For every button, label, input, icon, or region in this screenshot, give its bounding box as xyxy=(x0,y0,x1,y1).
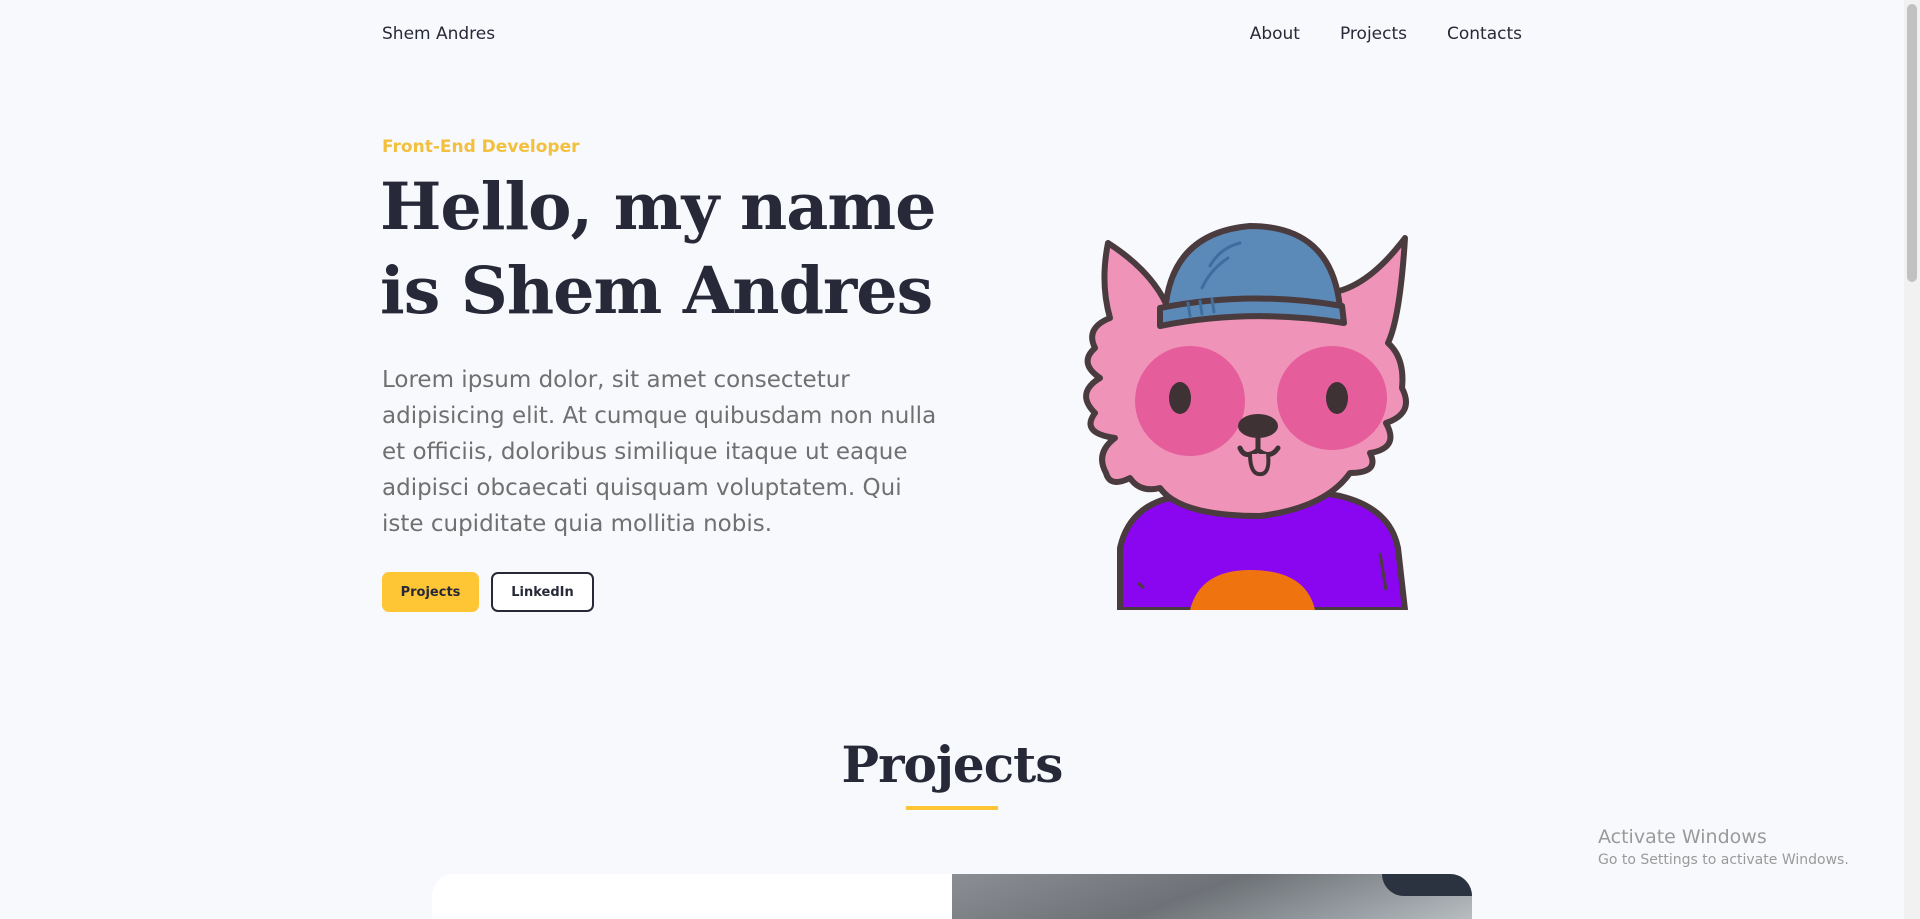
hero-title-line-2: is Shem Andres xyxy=(380,253,933,329)
hero-title: Hello, my name is Shem Andres xyxy=(380,165,940,333)
nav-contacts[interactable]: Contacts xyxy=(1447,24,1522,44)
watermark-subtitle: Go to Settings to activate Windows. xyxy=(1598,852,1849,868)
hero-title-line-1: Hello, my name xyxy=(380,169,936,245)
nav-projects[interactable]: Projects xyxy=(1340,24,1407,44)
cat-avatar-illustration xyxy=(1083,223,1409,610)
hero-description: Lorem ipsum dolor, sit amet consectetur … xyxy=(382,367,937,537)
page: Shem Andres About Projects Contacts Fron… xyxy=(0,0,1920,919)
linkedin-button[interactable]: LinkedIn xyxy=(491,572,594,612)
projects-button[interactable]: Projects xyxy=(382,572,479,612)
section-title-underline xyxy=(906,806,998,810)
projects-section-title: Projects xyxy=(841,735,1064,794)
main-nav: About Projects Contacts xyxy=(1250,24,1522,44)
project-card[interactable] xyxy=(432,874,1472,919)
project-card-image xyxy=(952,874,1472,919)
nav-about[interactable]: About xyxy=(1250,24,1300,44)
scrollbar-thumb[interactable] xyxy=(1907,4,1917,282)
hero-buttons: Projects LinkedIn xyxy=(382,572,594,612)
project-card-image-detail xyxy=(1382,874,1472,896)
watermark-title: Activate Windows xyxy=(1598,826,1767,848)
hero-eyebrow: Front-End Developer xyxy=(382,137,580,157)
site-logo[interactable]: Shem Andres xyxy=(382,24,495,44)
windows-activation-watermark: Activate Windows Go to Settings to activ… xyxy=(1598,826,1849,870)
vertical-scrollbar[interactable] xyxy=(1904,0,1920,919)
